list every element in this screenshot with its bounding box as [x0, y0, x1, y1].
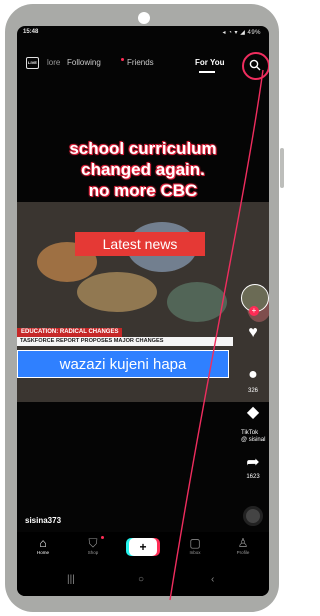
annotation-pointer-line — [169, 69, 264, 601]
